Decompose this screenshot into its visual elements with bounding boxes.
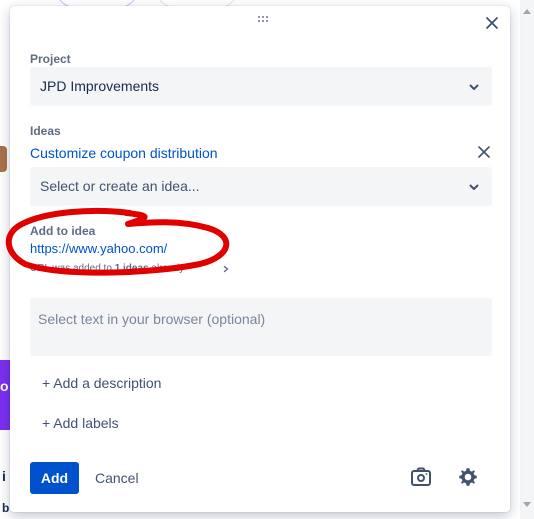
url-added-info[interactable]: URL was added to 1 ideas already xyxy=(30,263,184,274)
add-to-idea-label: Add to idea xyxy=(30,224,96,238)
add-description-button[interactable]: + Add a description xyxy=(42,375,161,391)
chevron-down-icon xyxy=(469,184,479,190)
selected-idea-link[interactable]: Customize coupon distribution xyxy=(30,145,218,161)
gear-icon[interactable] xyxy=(457,466,479,488)
project-label: Project xyxy=(30,52,71,66)
background-text-fragment-1: i xyxy=(2,468,6,484)
scroll-down-arrow-icon[interactable] xyxy=(523,502,531,507)
url-added-prefix: URL was added to xyxy=(30,263,112,274)
selected-text-field[interactable]: Select text in your browser (optional) xyxy=(30,298,492,356)
ideas-label: Ideas xyxy=(30,124,61,138)
drag-handle-icon[interactable] xyxy=(258,16,270,26)
selected-text-placeholder: Select text in your browser (optional) xyxy=(38,311,266,327)
camera-icon[interactable] xyxy=(410,466,432,488)
url-added-suffix: already xyxy=(151,263,185,274)
add-labels-button[interactable]: + Add labels xyxy=(42,415,119,431)
close-icon[interactable] xyxy=(484,15,500,31)
cancel-button[interactable]: Cancel xyxy=(95,470,139,486)
captured-url-link[interactable]: https://www.yahoo.com/ xyxy=(30,241,167,256)
background-text-fragment-2: b xyxy=(2,501,10,515)
remove-idea-icon[interactable] xyxy=(477,145,491,159)
background-avatar-fragment xyxy=(0,146,7,172)
vertical-scrollbar[interactable] xyxy=(520,0,534,519)
background-purple-button: o xyxy=(0,360,10,430)
url-added-count: 1 ideas xyxy=(114,263,149,274)
add-button[interactable]: Add xyxy=(30,462,79,494)
project-select[interactable]: JPD Improvements xyxy=(30,67,492,106)
capture-panel: Project JPD Improvements Ideas Customize… xyxy=(10,6,510,512)
scroll-up-arrow-icon[interactable] xyxy=(523,9,531,14)
idea-select-placeholder: Select or create an idea... xyxy=(40,178,200,194)
background-purple-char: o xyxy=(0,378,9,394)
chevron-down-icon xyxy=(469,84,479,90)
project-select-value: JPD Improvements xyxy=(40,78,160,94)
idea-select[interactable]: Select or create an idea... xyxy=(30,167,492,206)
chevron-right-icon[interactable] xyxy=(222,265,230,273)
